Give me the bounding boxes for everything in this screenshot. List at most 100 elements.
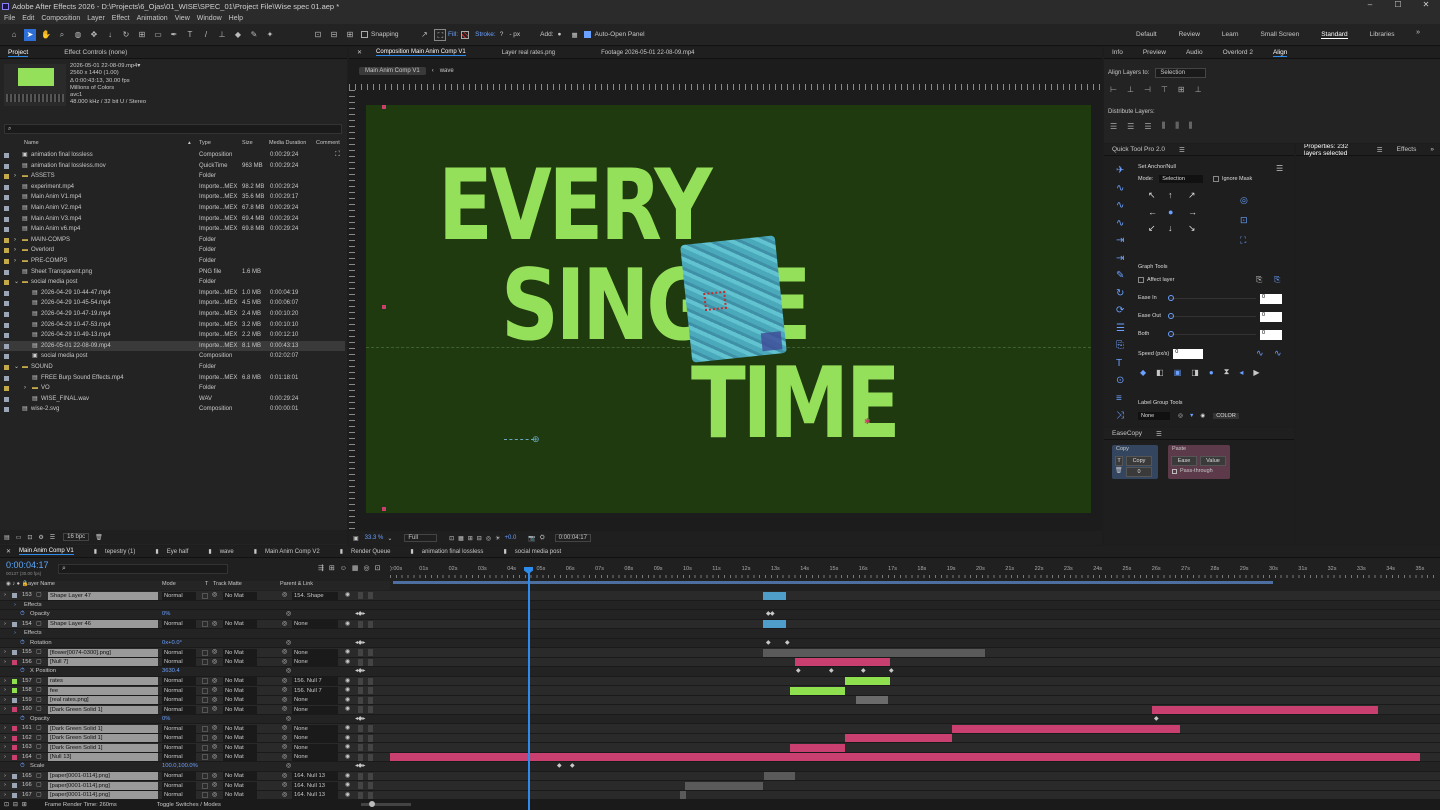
layer-name[interactable]: [paper[0001-0114].png]: [48, 791, 158, 799]
auto-open-checkbox[interactable]: [583, 31, 591, 38]
pan-tool-icon[interactable]: ✥: [88, 29, 100, 41]
keyframe-icon[interactable]: ◆: [570, 762, 575, 772]
parent-dropdown[interactable]: None: [292, 648, 338, 657]
property-row[interactable]: ⏱ Opacity 0% ◎ ◂◆▸ ◆: [0, 714, 1440, 725]
crumb-main[interactable]: Main Anim Comp V1: [359, 67, 426, 75]
region-icon[interactable]: ⊡: [449, 535, 454, 542]
ease-in-slider[interactable]: [1168, 295, 1256, 301]
anchor-point-icon[interactable]: ⊕: [532, 434, 540, 445]
graph-wave-icon[interactable]: ∿: [1256, 348, 1264, 359]
expand-icon[interactable]: ›: [14, 629, 16, 639]
keyframe-nav-icon[interactable]: ◂◆▸: [355, 639, 365, 649]
anchor-t-icon[interactable]: ↑: [1168, 190, 1188, 201]
col-layer-name[interactable]: Layer Name: [25, 581, 55, 587]
disclosure-icon[interactable]: ›: [14, 171, 16, 182]
channel-icon[interactable]: ◎: [486, 535, 491, 542]
layer-row[interactable]: › 154 ▢ Shape Layer 46 Normal ◎ No Mat ◎ None ◉: [0, 619, 1440, 630]
label-swatch[interactable]: [4, 206, 9, 211]
dist-bottom-icon[interactable]: ☰: [1144, 122, 1151, 131]
pick-whip-icon[interactable]: ◎: [282, 648, 287, 658]
zoom-tool-icon[interactable]: ⌕: [56, 29, 68, 41]
parent-dropdown[interactable]: None: [292, 734, 338, 742]
blend-mode-dropdown[interactable]: Normal: [162, 781, 196, 790]
matte-link-icon[interactable]: ◎: [212, 620, 217, 630]
timeline-tab[interactable]: animation final lossless: [422, 549, 484, 555]
qt-exit-icon[interactable]: ⇥: [1116, 232, 1125, 250]
new-comp-icon[interactable]: ⊡: [27, 534, 32, 541]
align-vcenter-icon[interactable]: ⊞: [1178, 85, 1185, 94]
properties-overflow-icon[interactable]: »: [1430, 146, 1434, 153]
layer-name[interactable]: rates: [48, 677, 158, 685]
menu-effect[interactable]: Effect: [112, 15, 130, 22]
kf-diamond-icon[interactable]: ◆: [1140, 368, 1146, 377]
graph-editor-icon[interactable]: ⊡: [375, 564, 381, 572]
parent-dropdown[interactable]: None: [292, 658, 338, 666]
bit-depth-button[interactable]: 16 bpc: [63, 533, 90, 541]
project-item[interactable]: › ▬ ASSETS Folder: [0, 171, 345, 182]
label-swatch[interactable]: [4, 396, 9, 402]
property-value[interactable]: 0%: [162, 610, 170, 620]
interpret-footage-icon[interactable]: ▤: [4, 534, 10, 541]
switch-box[interactable]: [368, 658, 373, 666]
layer-row[interactable]: › 153 ▢ Shape Layer 47 Normal ◎ No Mat ◎ 154. Sh…: [0, 591, 1440, 601]
tab-effect-controls[interactable]: Effect Controls (none): [64, 49, 127, 56]
properties-menu-icon[interactable]: ☰: [1377, 146, 1383, 154]
qt-list-icon[interactable]: ☰: [1116, 320, 1125, 338]
rectangle-tool-icon[interactable]: ▭: [152, 29, 164, 41]
disclosure-icon[interactable]: ⌄: [14, 362, 19, 373]
minimize-button[interactable]: –: [1356, 0, 1384, 9]
solo-eye-icon[interactable]: ◉: [345, 591, 350, 601]
layer-name[interactable]: [Dark Green Solid 1]: [48, 705, 158, 714]
pen-tool-icon[interactable]: ✒: [168, 29, 180, 41]
qt-curve1-icon[interactable]: ∿: [1116, 180, 1125, 198]
switch-box[interactable]: [358, 706, 363, 713]
label-group-dropdown[interactable]: None: [1138, 412, 1171, 420]
keyframe-icon[interactable]: ◆: [770, 610, 775, 620]
label-swatch[interactable]: [4, 343, 9, 349]
project-item[interactable]: ⌄ ▬ SOUND Folder: [0, 362, 345, 373]
layer-duration-bar[interactable]: [680, 791, 686, 799]
tab-icon[interactable]: ▮: [155, 548, 158, 555]
tab-icon[interactable]: ▮: [340, 548, 343, 555]
selection-tool-icon[interactable]: ➤: [24, 28, 36, 41]
label-swatch[interactable]: [4, 375, 9, 381]
playhead[interactable]: [528, 568, 530, 810]
preserve-transparency-checkbox[interactable]: [202, 697, 208, 703]
mask-icon[interactable]: ⊞: [468, 535, 473, 542]
label-swatch[interactable]: [12, 659, 17, 665]
layer-name[interactable]: [Null 13]: [48, 753, 158, 761]
matte-link-icon[interactable]: ◎: [212, 753, 217, 763]
pick-whip-icon[interactable]: ◎: [282, 724, 287, 734]
parent-dropdown[interactable]: 164. Null 13: [292, 791, 338, 799]
expression-icon[interactable]: ◎: [286, 715, 291, 725]
parent-dropdown[interactable]: 156. Null 7: [292, 677, 338, 685]
kf-square-icon[interactable]: ▣: [1174, 368, 1182, 377]
speed-input[interactable]: 0: [1173, 349, 1204, 359]
switch-box[interactable]: [368, 753, 373, 761]
keyframe-icon[interactable]: ◆: [1154, 715, 1159, 725]
label-swatch[interactable]: [4, 163, 9, 169]
puppet-tool-icon[interactable]: ✦: [264, 29, 276, 41]
paste-keys-icon[interactable]: ⎘: [1274, 275, 1280, 285]
tab-icon[interactable]: ▮: [254, 548, 257, 555]
fill-swatch[interactable]: [461, 30, 470, 39]
viewer-lock-icon[interactable]: ✕: [357, 49, 362, 56]
dist-right-icon[interactable]: ⫼: [1189, 121, 1193, 131]
tab-audio[interactable]: Audio: [1186, 49, 1203, 56]
property-value[interactable]: 100.0,100.0%: [162, 762, 198, 772]
property-value[interactable]: 3630.4: [162, 667, 180, 677]
track-matte-dropdown[interactable]: No Mat: [223, 743, 257, 752]
col-duration[interactable]: Media Duration: [269, 140, 306, 146]
snapshot-icon[interactable]: 📷: [528, 535, 535, 542]
switch-box[interactable]: [358, 744, 363, 751]
track-matte-dropdown[interactable]: No Mat: [223, 772, 257, 780]
label-swatch[interactable]: [12, 697, 17, 703]
visibility-icon[interactable]: ›: [4, 781, 6, 791]
parent-dropdown[interactable]: None: [292, 753, 338, 761]
keyframe-nav-icon[interactable]: ◂◆▸: [355, 762, 365, 772]
anchor-c-icon[interactable]: ●: [1168, 207, 1188, 217]
eraser-tool-icon[interactable]: ◆: [232, 29, 244, 41]
track-matte-dropdown[interactable]: No Mat: [223, 648, 257, 657]
property-row[interactable]: ⏱ X Position 3630.4 ◎ ◂◆▸ ◆ ◆ ◆ ◆: [0, 667, 1440, 677]
layer-duration-bar[interactable]: [856, 696, 888, 704]
